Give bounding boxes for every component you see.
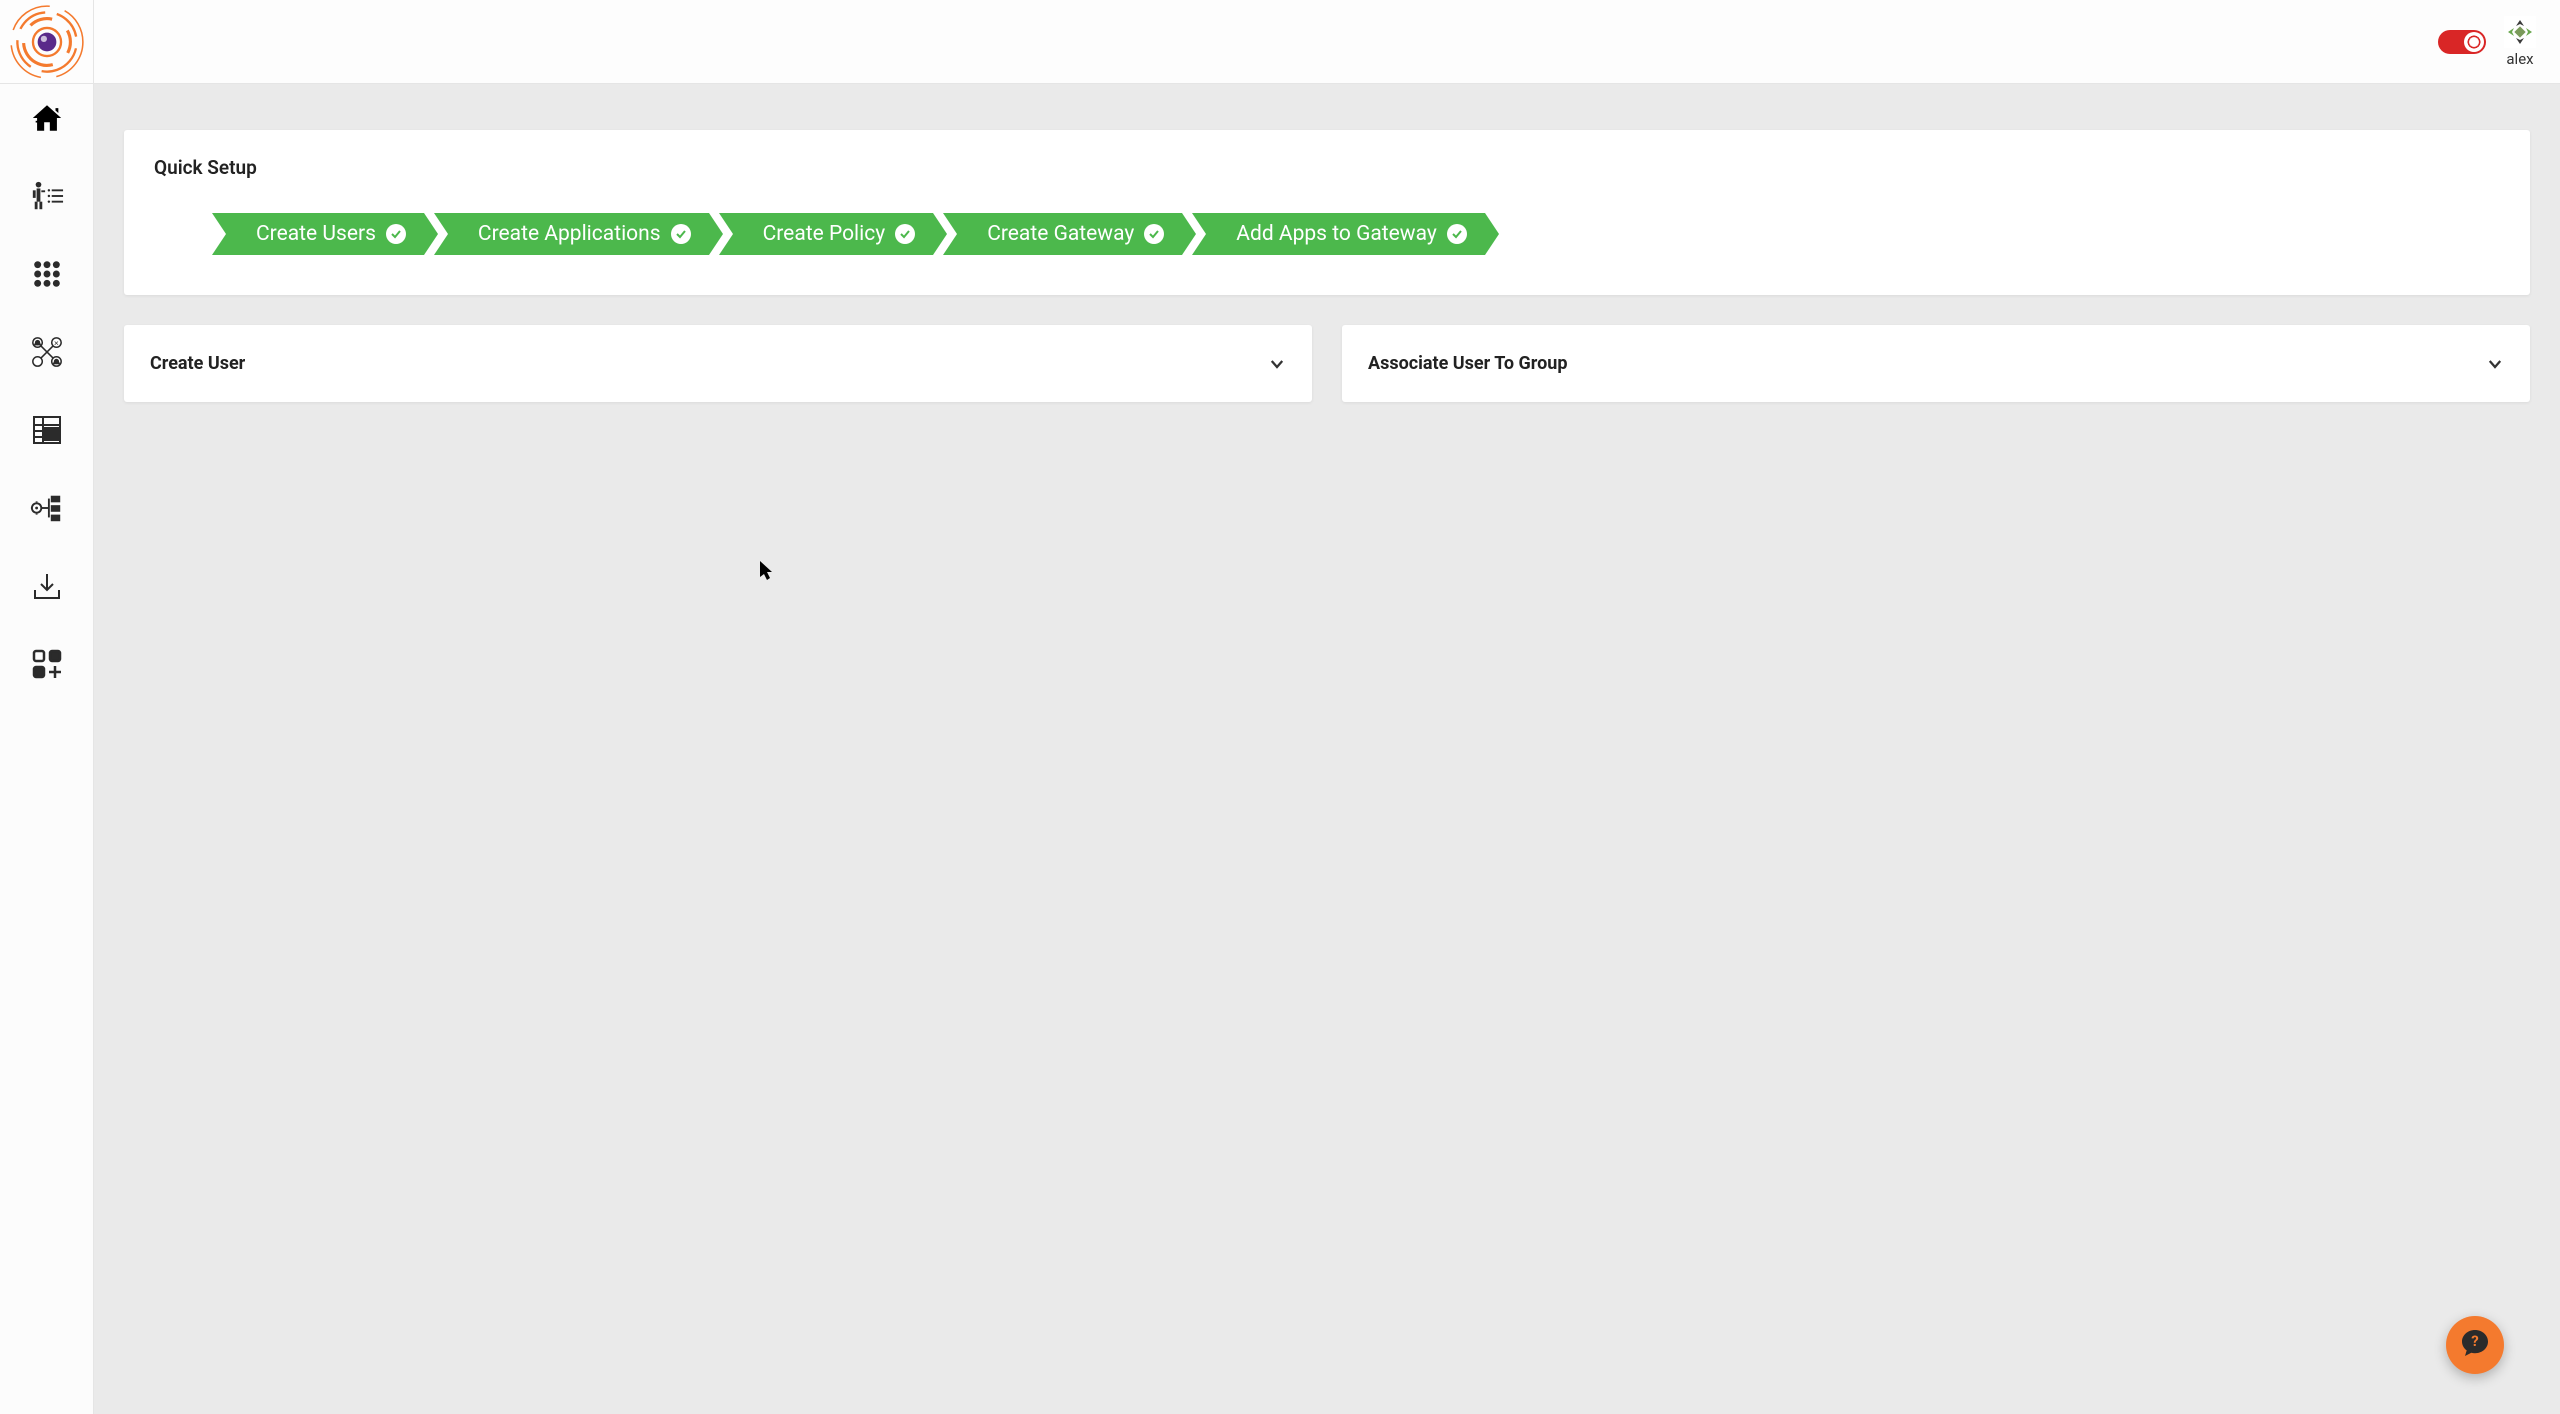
home-icon [30, 101, 64, 139]
panel-title: Associate User To Group [1368, 353, 1567, 374]
sidebar-item-onboarding[interactable] [17, 176, 77, 220]
panel-title: Create User [150, 353, 245, 374]
logo-container [0, 0, 94, 84]
check-circle-icon [895, 224, 915, 244]
check-circle-icon [1144, 224, 1164, 244]
download-icon [31, 570, 63, 606]
chevron-down-icon [2486, 355, 2504, 373]
header-right: alex [2438, 16, 2536, 68]
user-menu[interactable]: alex [2504, 16, 2536, 68]
sidebar-item-apps[interactable] [17, 254, 77, 298]
step-label: Create Policy [763, 222, 886, 246]
step-label: Create Applications [478, 222, 661, 246]
check-circle-icon [1447, 224, 1467, 244]
quick-setup-title: Quick Setup [154, 156, 2500, 179]
sidebar-item-download[interactable] [17, 566, 77, 610]
toggle-knob-icon [2464, 32, 2484, 52]
panel-associate-user-group[interactable]: Associate User To Group [1342, 325, 2530, 402]
svg-text:✕: ✕ [53, 339, 59, 347]
step-create-applications[interactable]: Create Applications [448, 213, 709, 255]
chevron-down-icon [1268, 355, 1286, 373]
person-list-icon [30, 179, 64, 217]
step-add-apps-gateway[interactable]: Add Apps to Gateway [1206, 213, 1485, 255]
step-create-users[interactable]: Create Users [226, 213, 424, 255]
check-circle-icon [386, 224, 406, 244]
network-icon: ✕ [30, 335, 64, 373]
sidebar-item-home[interactable] [17, 98, 77, 142]
username-label: alex [2506, 50, 2533, 68]
settings-tree-icon [30, 491, 64, 529]
grid-icon [31, 258, 63, 294]
product-logo[interactable] [8, 3, 86, 81]
sidebar-item-reports[interactable] [17, 410, 77, 454]
sidebar-item-network[interactable]: ✕ [17, 332, 77, 376]
help-chat-icon: ? [2459, 1327, 2491, 1363]
sidebar-item-add-module[interactable] [17, 644, 77, 688]
main-content: Quick Setup Create Users Create Applicat… [94, 84, 2560, 1414]
setup-steps: Create Users Create Applications Create … [154, 213, 2500, 255]
panels-row: Create User Associate User To Group [124, 325, 2530, 402]
quick-setup-card: Quick Setup Create Users Create Applicat… [124, 130, 2530, 295]
avatar-icon [2504, 16, 2536, 48]
help-fab[interactable]: ? [2446, 1316, 2504, 1374]
sidebar: ✕ [0, 84, 94, 1414]
step-label: Add Apps to Gateway [1236, 222, 1437, 246]
top-header: alex [0, 0, 2560, 84]
step-label: Create Users [256, 222, 376, 246]
report-icon [31, 414, 63, 450]
svg-text:?: ? [2471, 1332, 2478, 1350]
modules-add-icon [31, 648, 63, 684]
check-circle-icon [671, 224, 691, 244]
step-create-gateway[interactable]: Create Gateway [957, 213, 1182, 255]
step-label: Create Gateway [987, 222, 1134, 246]
step-create-policy[interactable]: Create Policy [733, 213, 934, 255]
sidebar-item-settings[interactable] [17, 488, 77, 532]
theme-toggle[interactable] [2438, 30, 2486, 54]
panel-create-user[interactable]: Create User [124, 325, 1312, 402]
